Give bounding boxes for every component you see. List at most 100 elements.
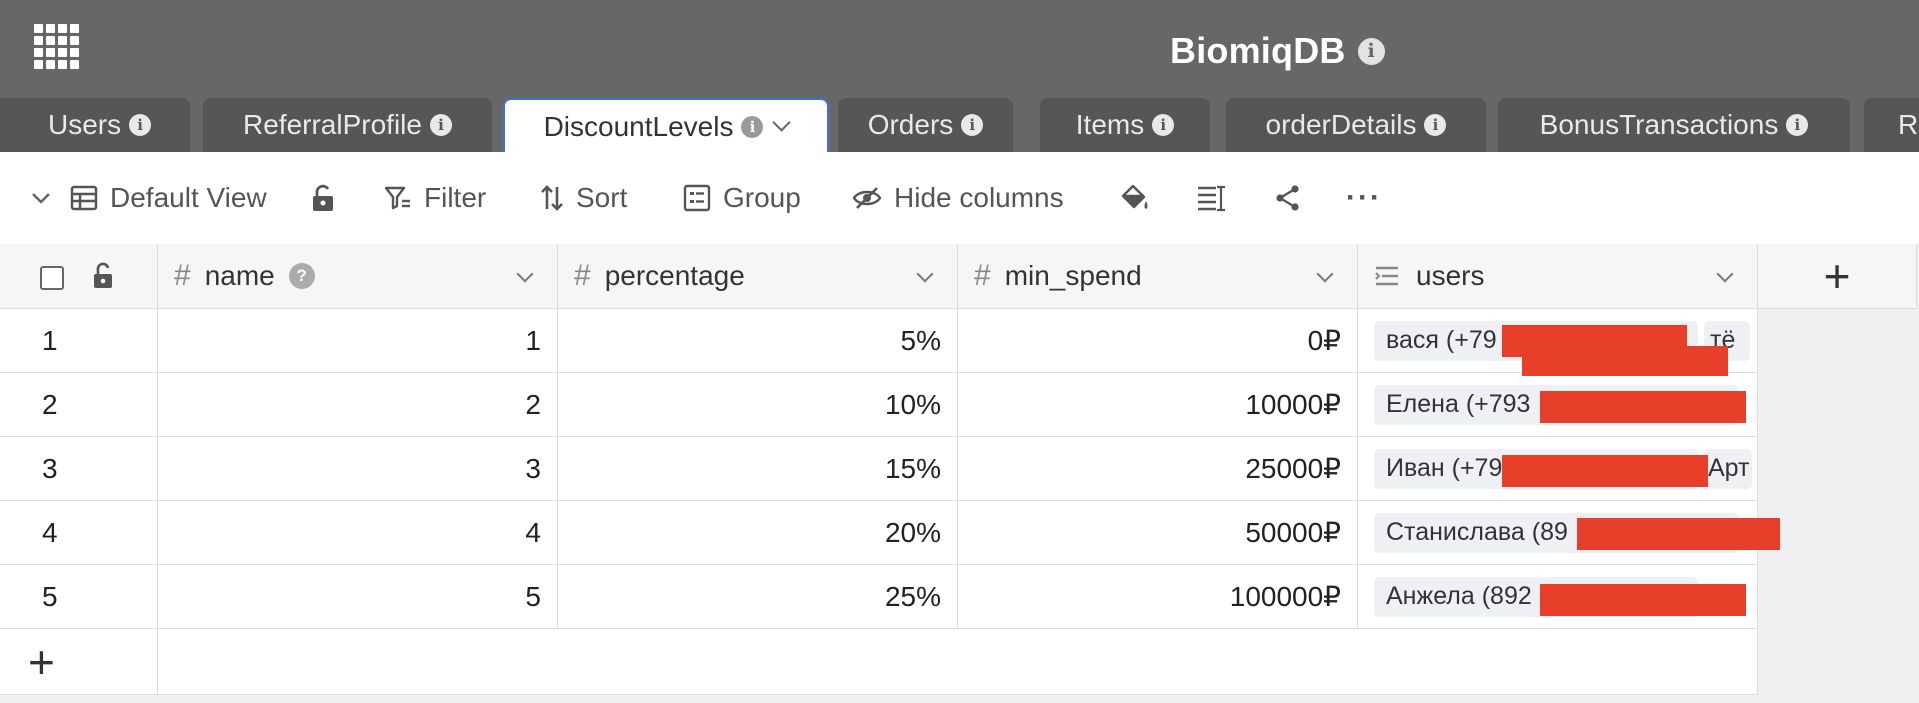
row-number: 2 (0, 373, 158, 437)
redaction-mark (1577, 518, 1780, 550)
info-icon[interactable]: i (1424, 114, 1447, 136)
hide-columns-button[interactable]: Hide columns (852, 178, 1064, 218)
view-label: Default View (110, 182, 267, 213)
cell-name[interactable]: 5 (158, 565, 558, 629)
chevron-down-icon[interactable] (516, 265, 534, 283)
chevron-down-icon (32, 193, 50, 204)
column-label: name (204, 260, 275, 291)
tab-items[interactable]: Items i (1040, 98, 1210, 152)
share-icon (1276, 185, 1299, 211)
lock-view-button[interactable] (310, 178, 336, 218)
eye-off-icon (852, 187, 882, 209)
cell-min-spend[interactable]: 50000₽ (958, 501, 1358, 565)
info-icon[interactable]: i (1357, 37, 1385, 65)
tab-discountlevels[interactable]: DiscountLevels i (503, 98, 829, 152)
cell-name[interactable]: 1 (158, 309, 558, 373)
filter-label: Filter (424, 182, 487, 213)
column-label: percentage (604, 260, 745, 291)
add-row-button[interactable]: + (0, 629, 158, 695)
select-all-header (0, 244, 158, 309)
row-height-button[interactable] (1196, 178, 1226, 218)
cell-percentage[interactable]: 15% (558, 437, 958, 501)
info-icon[interactable]: i (429, 114, 452, 136)
info-icon[interactable]: i (129, 114, 152, 136)
plus-icon: + (28, 635, 55, 688)
cell-min-spend[interactable]: 10000₽ (958, 373, 1358, 437)
cell-name[interactable]: 4 (158, 501, 558, 565)
redaction-mark (1522, 346, 1728, 376)
unlock-icon (313, 184, 333, 211)
share-button[interactable] (1274, 178, 1302, 218)
info-icon[interactable]: i (961, 114, 984, 136)
view-toolbar: Default View Filter Sort Group Hide colu… (0, 152, 1919, 244)
chevron-down-icon[interactable] (772, 112, 792, 132)
add-row-area[interactable] (158, 629, 1758, 695)
tab-users[interactable]: Users i (0, 98, 190, 152)
cell-percentage[interactable]: 10% (558, 373, 958, 437)
cell-min-spend[interactable]: 25000₽ (958, 437, 1358, 501)
chevron-down-icon[interactable] (1716, 265, 1734, 283)
cell-percentage[interactable]: 25% (558, 565, 958, 629)
redaction-mark (1540, 584, 1746, 616)
sort-label: Sort (576, 182, 628, 213)
hash-icon: # (574, 259, 591, 292)
more-options-button[interactable]: ··· (1346, 178, 1382, 218)
sort-icon (541, 185, 563, 211)
tab-label: DiscountLevels (543, 111, 734, 142)
app-title: BiomiqDB (1170, 30, 1346, 71)
column-header-users[interactable]: users (1358, 244, 1758, 309)
cell-min-spend[interactable]: 0₽ (958, 309, 1358, 373)
tab-label: ReferralProfile (243, 109, 422, 140)
hide-columns-label: Hide columns (894, 182, 1064, 213)
redaction-mark (1540, 391, 1746, 423)
table-tabs: Users i ReferralProfile i DiscountLevels… (0, 98, 1919, 152)
info-icon[interactable]: i (1152, 114, 1175, 136)
row-height-icon (1198, 185, 1225, 212)
view-selector[interactable]: Default View (70, 178, 267, 218)
info-icon[interactable]: i (1786, 114, 1809, 136)
tab-label: Items (1075, 109, 1145, 140)
apps-grid-icon[interactable] (34, 24, 79, 69)
filter-button[interactable]: Filter (384, 178, 486, 218)
filter-icon (384, 186, 410, 210)
hash-icon: # (174, 259, 191, 292)
help-icon[interactable]: ? (288, 263, 315, 289)
cell-percentage[interactable]: 20% (558, 501, 958, 565)
cell-min-spend[interactable]: 100000₽ (958, 565, 1358, 629)
column-header-min-spend[interactable]: # min_spend (958, 244, 1358, 309)
chevron-down-icon[interactable] (916, 265, 934, 283)
sort-button[interactable]: Sort (540, 178, 627, 218)
tab-referralprofile[interactable]: ReferralProfile i (203, 98, 492, 152)
cell-name[interactable]: 3 (158, 437, 558, 501)
tab-re[interactable]: Re (1864, 98, 1919, 152)
tab-bonustransactions[interactable]: BonusTransactions i (1498, 98, 1850, 152)
info-icon[interactable]: i (741, 116, 764, 138)
add-column-button[interactable]: + (1758, 244, 1917, 309)
collapse-toggle[interactable] (30, 178, 52, 218)
cell-percentage[interactable]: 5% (558, 309, 958, 373)
more-icon: ··· (1346, 181, 1382, 214)
tab-label: Orders (867, 109, 954, 140)
select-all-checkbox[interactable] (40, 266, 64, 290)
tab-orders[interactable]: Orders i (838, 98, 1013, 152)
row-number: 1 (0, 309, 158, 373)
plus-icon: + (1823, 250, 1851, 302)
cell-name[interactable]: 2 (158, 373, 558, 437)
tab-orderdetails[interactable]: orderDetails i (1226, 98, 1486, 152)
chevron-down-icon[interactable] (1316, 265, 1334, 283)
paint-bucket-icon (1121, 184, 1148, 209)
row-number: 3 (0, 437, 158, 501)
tab-label: Users (48, 109, 122, 140)
unlock-icon[interactable] (92, 262, 114, 290)
column-header-percentage[interactable]: # percentage (558, 244, 958, 309)
row-number: 4 (0, 501, 158, 565)
tab-label: BonusTransactions (1539, 109, 1779, 140)
group-button[interactable]: Group (683, 178, 801, 218)
row-color-button[interactable] (1120, 178, 1150, 218)
app-title-area: BiomiqDB i (1170, 28, 1385, 74)
column-label: users (1416, 260, 1485, 291)
column-header-name[interactable]: # name ? (158, 244, 558, 309)
user-link-chip[interactable]: Арт (1704, 448, 1752, 489)
top-bar: BiomiqDB i Users i ReferralProfile i Dis… (0, 0, 1919, 152)
table-grid-icon (70, 185, 98, 211)
